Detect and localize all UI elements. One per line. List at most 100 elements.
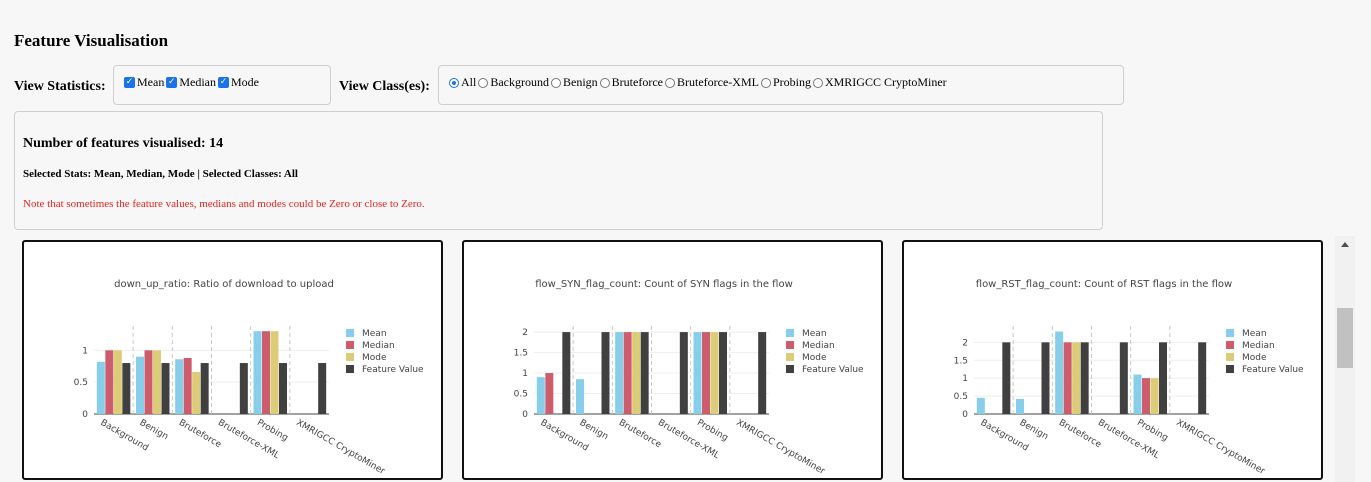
radio-icon[interactable] xyxy=(760,77,771,88)
bar-feature xyxy=(1159,342,1167,414)
y-tick-label: 2 xyxy=(522,328,528,338)
bar-feature xyxy=(758,332,767,414)
class-option-label: All xyxy=(461,75,477,89)
checkbox-checked-icon[interactable]: ✓ xyxy=(124,77,135,88)
bar-feature xyxy=(1041,342,1050,414)
y-tick-label: 0 xyxy=(82,410,88,420)
legend-label: Mean xyxy=(802,329,827,339)
legend-swatch xyxy=(346,365,354,373)
features-count: Number of features visualised: 14 xyxy=(23,136,224,151)
class-option-bruteforce[interactable]: Bruteforce xyxy=(599,75,663,90)
stat-option-mean[interactable]: ✓ Mean xyxy=(124,75,164,90)
bar-mean xyxy=(96,361,105,414)
bar-mode xyxy=(192,371,201,414)
y-tick-label: 1 xyxy=(522,369,528,379)
bar-feature xyxy=(1002,342,1011,414)
legend-label: Feature Value xyxy=(362,365,424,375)
y-tick-label: 1.5 xyxy=(954,356,968,366)
bar-mode xyxy=(710,332,719,414)
bar-mean xyxy=(1016,398,1024,414)
radio-icon[interactable] xyxy=(478,77,489,88)
y-tick-label: 0 xyxy=(962,410,968,420)
bar-feature xyxy=(161,363,170,414)
class-option-probing[interactable]: Probing xyxy=(760,75,811,90)
bar-median xyxy=(1063,342,1072,414)
legend-swatch xyxy=(786,353,794,361)
class-option-all[interactable]: All xyxy=(449,75,476,90)
legend-swatch xyxy=(346,353,354,361)
view-statistics-label: View Statistics: xyxy=(14,79,106,94)
bar-median xyxy=(262,331,270,414)
y-tick-label: 1 xyxy=(962,374,968,384)
bar-mode xyxy=(270,331,279,414)
chart-rst-flag-count: flow_RST_flag_count: Count of RST flags … xyxy=(910,250,1317,477)
bar-feature xyxy=(601,332,610,414)
stat-option-label: Mean xyxy=(137,75,165,89)
bar-mode xyxy=(1150,378,1159,414)
info-panel: Number of features visualised: 14 Select… xyxy=(14,111,1103,230)
radio-icon[interactable] xyxy=(551,77,561,88)
bar-median xyxy=(623,332,632,414)
chart-title: down_up_ratio: Ratio of download to uplo… xyxy=(114,279,334,290)
stat-option-mode[interactable]: ✓ Mode xyxy=(217,75,259,90)
legend-swatch xyxy=(1226,353,1234,361)
legend-label: Feature Value xyxy=(1242,365,1304,375)
bar-median xyxy=(105,350,114,414)
bar-feature xyxy=(640,332,649,414)
checkbox-checked-icon[interactable]: ✓ xyxy=(217,77,229,88)
class-option-background[interactable]: Background xyxy=(478,75,549,90)
legend-label: Median xyxy=(362,341,395,351)
chart-down-up-ratio: down_up_ratio: Ratio of download to uplo… xyxy=(30,250,437,477)
legend-swatch xyxy=(1226,341,1234,349)
legend-label: Median xyxy=(1242,341,1275,351)
radio-icon[interactable] xyxy=(599,77,610,88)
radio-icon[interactable] xyxy=(812,77,823,88)
y-tick-label: 0.5 xyxy=(954,392,968,402)
bar-feature xyxy=(562,332,571,414)
radio-icon[interactable] xyxy=(664,77,675,88)
bar-feature xyxy=(318,363,327,414)
bar-feature xyxy=(200,363,209,414)
class-option-label: Bruteforce xyxy=(611,75,663,89)
scroll-thumb[interactable] xyxy=(1337,308,1353,368)
legend-swatch xyxy=(786,341,794,349)
y-tick-label: 0 xyxy=(522,410,528,420)
legend-label: Feature Value xyxy=(802,365,864,375)
class-option-xmrigcc[interactable]: XMRIGCC CryptoMiner xyxy=(812,75,947,90)
legend-swatch xyxy=(1226,329,1234,337)
warning-note: Note that sometimes the feature values, … xyxy=(23,198,425,210)
chart-syn-flag-count: flow_SYN_flag_count: Count of SYN flags … xyxy=(470,250,877,477)
chart-card-syn-flag: flow_SYN_flag_count: Count of SYN flags … xyxy=(462,240,883,480)
bar-mean xyxy=(976,397,985,414)
chart-title: flow_RST_flag_count: Count of RST flags … xyxy=(976,279,1232,290)
legend-swatch xyxy=(1226,365,1234,373)
bar-mean xyxy=(253,331,262,414)
class-option-label: Benign xyxy=(563,75,598,89)
bar-feature xyxy=(122,363,131,414)
bar-feature xyxy=(1119,342,1128,414)
stat-option-label: Median xyxy=(179,75,216,89)
chart-card-rst-flag: flow_RST_flag_count: Count of RST flags … xyxy=(902,240,1323,480)
legend-swatch xyxy=(346,341,354,349)
view-classes-group: All Background Benign Bruteforce Brutefo… xyxy=(438,65,1124,105)
legend-swatch xyxy=(786,365,794,373)
bar-feature xyxy=(1198,342,1207,414)
bar-mean xyxy=(615,332,624,414)
y-tick-label: 0.5 xyxy=(514,390,528,400)
y-tick-label: 1 xyxy=(82,346,88,356)
bar-feature xyxy=(719,332,727,414)
radio-selected-icon[interactable] xyxy=(449,77,459,88)
bar-feature xyxy=(679,332,688,414)
y-tick-label: 1.5 xyxy=(514,349,528,359)
stat-option-median[interactable]: ✓ Median xyxy=(166,75,216,90)
vertical-scrollbar[interactable] xyxy=(1335,236,1355,482)
class-option-label: Background xyxy=(490,75,549,89)
bar-feature xyxy=(239,363,248,414)
bar-mean xyxy=(536,377,545,414)
page-title: Feature Visualisation xyxy=(14,31,169,50)
bar-feature xyxy=(1080,342,1089,414)
class-option-bruteforce-xml[interactable]: Bruteforce-XML xyxy=(664,75,759,90)
scroll-up-arrow-icon[interactable] xyxy=(1341,242,1349,247)
class-option-benign[interactable]: Benign xyxy=(551,75,598,90)
checkbox-checked-icon[interactable]: ✓ xyxy=(166,77,178,88)
